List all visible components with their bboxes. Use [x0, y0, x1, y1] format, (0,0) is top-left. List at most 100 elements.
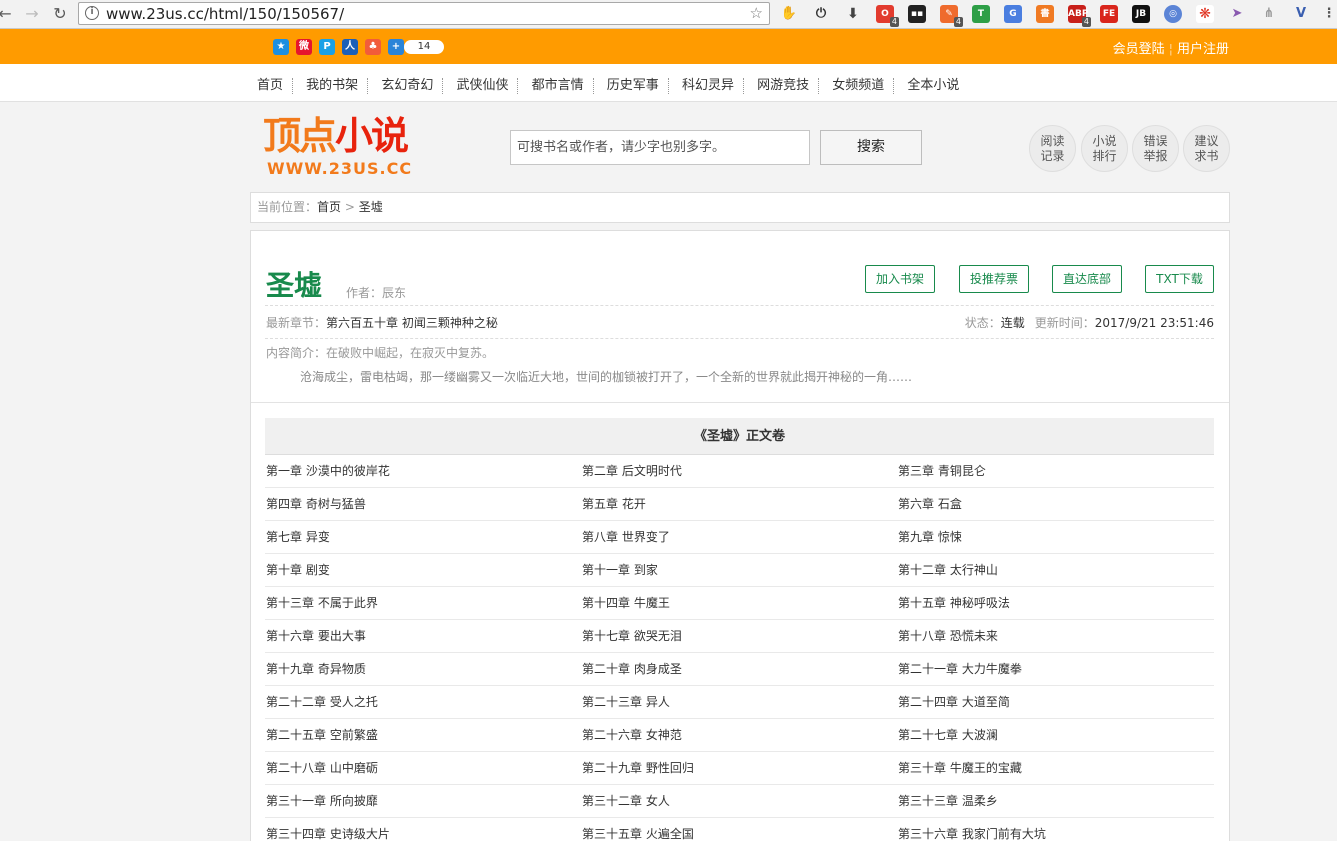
- chapter-link[interactable]: 第十三章 不属于此界: [265, 587, 581, 619]
- tree-icon[interactable]: ⋔: [1260, 5, 1278, 23]
- nav-urban[interactable]: 都市言情: [532, 74, 584, 93]
- chapter-link[interactable]: 第十章 剧变: [265, 554, 581, 586]
- chapter-link[interactable]: 第二十七章 大波澜: [897, 719, 1213, 751]
- tencent-share-icon[interactable]: P: [319, 39, 335, 55]
- menu-icon[interactable]: ⋮: [1320, 5, 1337, 23]
- fe-icon[interactable]: FE: [1100, 5, 1118, 23]
- download-icon[interactable]: ⬇: [844, 5, 862, 23]
- extension-dark-icon[interactable]: ▪▪: [908, 5, 926, 23]
- chapter-link[interactable]: 第三十二章 女人: [581, 785, 897, 817]
- chapter-link[interactable]: 第五章 花开: [581, 488, 897, 520]
- address-bar[interactable]: i www.23us.cc/html/150/150567/ ☆: [78, 2, 770, 25]
- search-button[interactable]: 搜索: [820, 130, 922, 165]
- cursor-icon[interactable]: ➤: [1228, 5, 1246, 23]
- flame-icon[interactable]: ❋: [1196, 5, 1214, 23]
- register-link[interactable]: 用户注册: [1177, 42, 1229, 57]
- nav-wuxia[interactable]: 武侠仙侠: [456, 74, 508, 93]
- chapter-link[interactable]: 第十五章 神秘呼吸法: [897, 587, 1213, 619]
- vpn-icon[interactable]: V: [1292, 5, 1310, 23]
- chapter-link[interactable]: 第三十一章 所向披靡: [265, 785, 581, 817]
- chapter-link[interactable]: 第六章 石盒: [897, 488, 1213, 520]
- intro-line1: 在破败中崛起，在寂灭中复苏。: [326, 346, 495, 360]
- latest-chapter-link[interactable]: 第六百五十章 初闻三颗神种之秘: [326, 316, 498, 330]
- chapter-link[interactable]: 第八章 世界变了: [581, 521, 897, 553]
- site-logo[interactable]: 顶点小说: [263, 113, 409, 159]
- login-link[interactable]: 会员登陆: [1113, 42, 1165, 57]
- category-nav: 首页 我的书架 玄幻奇幻 武侠仙侠 都市言情 历史军事 科幻灵异 网游竞技 女频…: [0, 64, 1337, 102]
- chapter-link[interactable]: 第三十章 牛魔王的宝藏: [897, 752, 1213, 784]
- go-bottom-button[interactable]: 直达底部: [1052, 265, 1122, 293]
- chapter-link[interactable]: 第三十五章 火遍全国: [581, 818, 897, 841]
- weibo-share-icon[interactable]: 微: [296, 39, 312, 55]
- chapter-link[interactable]: 第十一章 到家: [581, 554, 897, 586]
- back-icon[interactable]: ←: [0, 3, 16, 25]
- chapter-link[interactable]: 第二十二章 受人之托: [265, 686, 581, 718]
- chapter-link[interactable]: 第十九章 奇异物质: [265, 653, 581, 685]
- book-author: 作者：辰东: [346, 284, 406, 301]
- jb-icon[interactable]: JB: [1132, 5, 1150, 23]
- chapter-link[interactable]: 第三十六章 我家门前有大坑: [897, 818, 1213, 841]
- extension-orange-icon[interactable]: ✎ 4: [940, 5, 963, 27]
- chapter-link[interactable]: 第二十章 肉身成圣: [581, 653, 897, 685]
- adblock-icon[interactable]: ABP 4: [1068, 5, 1091, 27]
- nav-complete[interactable]: 全本小说: [907, 74, 959, 93]
- chapter-link[interactable]: 第三十四章 史诗级大片: [265, 818, 581, 841]
- nav-fantasy[interactable]: 玄幻奇幻: [381, 74, 433, 93]
- nav-history[interactable]: 历史军事: [607, 74, 659, 93]
- power-icon[interactable]: ⏻: [812, 5, 830, 23]
- breadcrumb-home[interactable]: 首页: [317, 200, 341, 214]
- qzone-share-icon[interactable]: ★: [273, 39, 289, 55]
- renren-share-icon[interactable]: 人: [342, 39, 358, 55]
- nav-female[interactable]: 女频频道: [832, 74, 884, 93]
- extension-note-icon[interactable]: 書: [1036, 5, 1054, 23]
- chapter-link[interactable]: 第二十三章 异人: [581, 686, 897, 718]
- search-input[interactable]: 可搜书名或作者，请少字也别多字。: [510, 130, 810, 165]
- chapter-link[interactable]: 第三十三章 温柔乡: [897, 785, 1213, 817]
- chapter-row: 第七章 异变 第八章 世界变了 第九章 惊悚: [265, 521, 1214, 554]
- nav-games[interactable]: 网游竞技: [757, 74, 809, 93]
- nav-scifi[interactable]: 科幻灵异: [682, 74, 734, 93]
- intro-line2: 沧海成尘，雷电枯竭，那一缕幽雾又一次临近大地，世间的枷锁被打开了，一个全新的世界…: [300, 370, 913, 384]
- chapter-link[interactable]: 第三章 青铜昆仑: [897, 455, 1213, 487]
- chapter-link[interactable]: 第二十八章 山中磨砺: [265, 752, 581, 784]
- chapter-link[interactable]: 第九章 惊悚: [897, 521, 1213, 553]
- chapter-link[interactable]: 第二十四章 大道至简: [897, 686, 1213, 718]
- reload-icon[interactable]: ↻: [49, 3, 71, 25]
- divider: [265, 305, 1214, 306]
- chapter-link[interactable]: 第二十五章 空前繁盛: [265, 719, 581, 751]
- extension-hand-icon[interactable]: ✋: [780, 5, 798, 23]
- shield-icon[interactable]: T: [972, 5, 990, 23]
- douban-share-icon[interactable]: ♣: [365, 39, 381, 55]
- txt-download-button[interactable]: TXT下载: [1145, 265, 1214, 293]
- chapter-link[interactable]: 第十七章 欲哭无泪: [581, 620, 897, 652]
- forward-icon[interactable]: →: [21, 3, 43, 25]
- chapter-link[interactable]: 第二十六章 女神范: [581, 719, 897, 751]
- more-share-icon[interactable]: +: [388, 39, 404, 55]
- chapter-link[interactable]: 第二十九章 野性回归: [581, 752, 897, 784]
- chapter-link[interactable]: 第十六章 要出大事: [265, 620, 581, 652]
- translate-icon[interactable]: G: [1004, 5, 1022, 23]
- info-icon[interactable]: i: [85, 6, 99, 20]
- chapter-row: 第十九章 奇异物质 第二十章 肉身成圣 第二十一章 大力牛魔拳: [265, 653, 1214, 686]
- extension-red-icon[interactable]: O4: [876, 5, 899, 27]
- chapter-link[interactable]: 第四章 奇树与猛兽: [265, 488, 581, 520]
- chapter-link[interactable]: 第二章 后文明时代: [581, 455, 897, 487]
- chapter-link[interactable]: 第二十一章 大力牛魔拳: [897, 653, 1213, 685]
- recommend-vote-button[interactable]: 投推荐票: [959, 265, 1029, 293]
- chapter-row: 第四章 奇树与猛兽 第五章 花开 第六章 石盒: [265, 488, 1214, 521]
- chapter-link[interactable]: 第十四章 牛魔王: [581, 587, 897, 619]
- chapter-link[interactable]: 第十八章 恐慌未来: [897, 620, 1213, 652]
- add-bookshelf-button[interactable]: 加入书架: [865, 265, 935, 293]
- chapter-link[interactable]: 第十二章 太行神山: [897, 554, 1213, 586]
- nav-home[interactable]: 首页: [257, 74, 283, 93]
- request-book-button[interactable]: 建议 求书: [1183, 125, 1230, 172]
- author-name[interactable]: 辰东: [382, 286, 406, 300]
- ranking-button[interactable]: 小说 排行: [1081, 125, 1128, 172]
- nav-bookshelf[interactable]: 我的书架: [306, 74, 358, 93]
- chapter-link[interactable]: 第七章 异变: [265, 521, 581, 553]
- chapter-link[interactable]: 第一章 沙漠中的彼岸花: [265, 455, 581, 487]
- globe-icon[interactable]: ◎: [1164, 5, 1182, 23]
- reading-history-button[interactable]: 阅读 记录: [1029, 125, 1076, 172]
- error-report-button[interactable]: 错误 举报: [1132, 125, 1179, 172]
- bookmark-star-icon[interactable]: ☆: [750, 4, 763, 22]
